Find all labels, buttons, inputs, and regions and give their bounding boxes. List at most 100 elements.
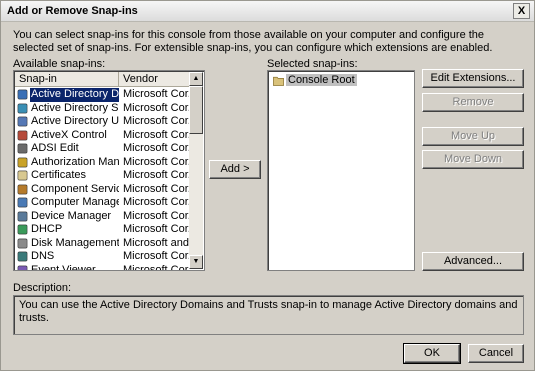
advanced-button[interactable]: Advanced... xyxy=(422,252,524,271)
snapin-row[interactable]: Active Directory Do... Microsoft Cor... xyxy=(15,88,190,102)
device-manager-icon xyxy=(17,211,28,222)
column-header-snapin[interactable]: Snap-in xyxy=(15,72,119,87)
authorization-icon xyxy=(17,157,28,168)
column-header-vendor[interactable]: Vendor xyxy=(119,72,190,87)
snapin-name-cell: Authorization Manager xyxy=(15,156,119,170)
snapin-name-cell: Component Services xyxy=(15,183,119,197)
snapin-vendor: Microsoft Cor... xyxy=(123,196,190,208)
snapin-row[interactable]: ADSI Edit Microsoft Cor... xyxy=(15,142,190,156)
snapin-row[interactable]: Computer Managem... Microsoft Cor... xyxy=(15,196,190,210)
close-icon: X xyxy=(517,4,526,17)
snapin-row[interactable]: DHCP Microsoft Cor... xyxy=(15,223,190,237)
available-list-scrollbar[interactable]: ▲ ▼ xyxy=(189,72,203,269)
description-box: You can use the Active Directory Domains… xyxy=(13,295,524,335)
snapin-vendor: Microsoft Cor... xyxy=(123,115,190,127)
snapin-name: DNS xyxy=(31,250,55,262)
snapin-name: Active Directory Site... xyxy=(31,101,119,114)
snapin-row[interactable]: Device Manager Microsoft Cor... xyxy=(15,210,190,224)
snapin-name-cell: ActiveX Control xyxy=(15,129,119,143)
folder-icon xyxy=(273,76,284,86)
ad-domains-icon xyxy=(17,89,28,100)
available-rows: Active Directory Do...Microsoft Cor...Ac… xyxy=(15,88,190,270)
selected-item-console-root[interactable]: Console Root xyxy=(271,74,357,86)
disk-management-icon xyxy=(17,238,28,249)
snapin-vendor: Microsoft Cor... xyxy=(123,182,190,195)
snapin-name-cell: Active Directory Use... xyxy=(15,115,119,129)
snapin-vendor: Microsoft Cor... xyxy=(123,88,190,100)
snapin-name: ADSI Edit xyxy=(31,142,79,154)
snapin-row[interactable]: Active Directory Site... Microsoft Cor... xyxy=(15,102,190,116)
move-down-button[interactable]: Move Down xyxy=(422,150,524,169)
ad-sites-icon xyxy=(17,103,28,114)
certificates-icon xyxy=(17,170,28,181)
snapin-row[interactable]: Authorization Manager Microsoft Cor... xyxy=(15,156,190,170)
snapin-row[interactable]: ActiveX Control Microsoft Cor... xyxy=(15,129,190,143)
add-button[interactable]: Add > xyxy=(209,160,261,179)
snapin-name: ActiveX Control xyxy=(31,128,107,141)
adsi-edit-icon xyxy=(17,143,28,154)
description-label: Description: xyxy=(13,282,72,294)
selected-snapins-label: Selected snap-ins: xyxy=(267,58,358,70)
snapin-vendor: Microsoft Cor... xyxy=(123,142,190,154)
snapin-vendor: Microsoft Cor... xyxy=(123,263,190,271)
snapin-name-cell: ADSI Edit xyxy=(15,142,119,156)
remove-button[interactable]: Remove xyxy=(422,93,524,112)
description-text: You can use the Active Directory Domains… xyxy=(19,299,518,324)
snapin-name-cell: Event Viewer xyxy=(15,263,119,271)
snapin-name-cell: Device Manager xyxy=(15,210,119,224)
scroll-down-button[interactable]: ▼ xyxy=(189,255,203,269)
scroll-up-button[interactable]: ▲ xyxy=(189,72,203,86)
snapin-row[interactable]: Certificates Microsoft Cor... xyxy=(15,169,190,183)
title-bar[interactable]: Add or Remove Snap-ins X xyxy=(1,1,534,22)
snapin-vendor: Microsoft Cor... xyxy=(123,128,190,141)
event-viewer-icon xyxy=(17,265,28,270)
snapin-name: Computer Managem... xyxy=(31,196,119,208)
snapin-vendor: Microsoft Cor... xyxy=(123,250,190,262)
snapin-name: Disk Management xyxy=(31,236,119,249)
activex-icon xyxy=(17,130,28,141)
snapin-name: Component Services xyxy=(31,182,119,195)
cancel-button[interactable]: Cancel xyxy=(468,344,524,363)
move-up-button[interactable]: Move Up xyxy=(422,127,524,146)
snapin-vendor: Microsoft Cor... xyxy=(123,209,190,222)
available-snapins-list[interactable]: Snap-in Vendor Active Directory Do... Mic… xyxy=(13,70,205,271)
snapin-vendor: Microsoft and... xyxy=(123,236,190,249)
component-services-icon xyxy=(17,184,28,195)
ok-button[interactable]: OK xyxy=(403,343,461,364)
snapin-name: Device Manager xyxy=(31,209,112,222)
snapin-name-cell: Active Directory Do... xyxy=(15,88,119,102)
snapin-row[interactable]: Event Viewer Microsoft Cor... xyxy=(15,263,190,271)
snapin-name: DHCP xyxy=(31,223,63,235)
available-snapins-label: Available snap-ins: xyxy=(13,58,106,70)
dns-icon xyxy=(17,251,28,262)
snapin-vendor: Microsoft Cor... xyxy=(123,223,190,235)
snapin-name-cell: Computer Managem... xyxy=(15,196,119,210)
snapin-name: Certificates xyxy=(31,169,87,181)
computer-management-icon xyxy=(17,197,28,208)
close-button[interactable]: X xyxy=(513,3,530,19)
snapin-name-cell: Certificates xyxy=(15,169,119,183)
snapin-name: Authorization Manager xyxy=(31,155,119,168)
snapin-row[interactable]: Disk Management Microsoft and... xyxy=(15,237,190,251)
selected-snapins-list[interactable]: Console Root xyxy=(267,70,415,271)
snapin-vendor: Microsoft Cor... xyxy=(123,101,190,114)
intro-text: You can select snap-ins for this console… xyxy=(13,29,493,54)
snapin-name-cell: Active Directory Site... xyxy=(15,102,119,116)
add-remove-snapins-dialog: Add or Remove Snap-ins X You can select … xyxy=(0,0,535,371)
snapin-vendor: Microsoft Cor... xyxy=(123,169,190,181)
snapin-name: Active Directory Do... xyxy=(30,88,119,102)
snapin-row[interactable]: DNS Microsoft Cor... xyxy=(15,250,190,264)
selected-item-label: Console Root xyxy=(286,74,357,86)
snapin-row[interactable]: Component Services Microsoft Cor... xyxy=(15,183,190,197)
edit-extensions-button[interactable]: Edit Extensions... xyxy=(422,69,524,88)
ad-users-icon xyxy=(17,116,28,127)
dhcp-icon xyxy=(17,224,28,235)
snapin-name: Active Directory Use... xyxy=(31,115,119,127)
snapin-name-cell: DNS xyxy=(15,250,119,264)
snapin-name-cell: Disk Management xyxy=(15,237,119,251)
dialog-title: Add or Remove Snap-ins xyxy=(7,5,138,17)
snapin-name: Event Viewer xyxy=(31,263,96,271)
scroll-thumb[interactable] xyxy=(189,86,203,134)
snapin-row[interactable]: Active Directory Use... Microsoft Cor... xyxy=(15,115,190,129)
snapin-vendor: Microsoft Cor... xyxy=(123,155,190,168)
